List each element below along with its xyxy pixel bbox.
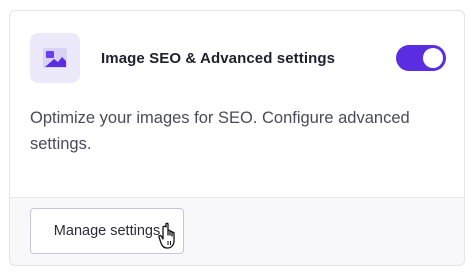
card-title: Image SEO & Advanced settings [101, 49, 336, 67]
hand-cursor-icon [158, 222, 182, 250]
feature-toggle[interactable] [396, 45, 446, 71]
image-icon [30, 33, 80, 83]
card-footer: Manage settings [10, 197, 464, 265]
card-description: Optimize your images for SEO. Configure … [30, 109, 410, 153]
card-header: Image SEO & Advanced settings [30, 33, 446, 83]
settings-card: Image SEO & Advanced settings Optimize y… [9, 10, 465, 266]
toggle-knob [423, 48, 443, 68]
